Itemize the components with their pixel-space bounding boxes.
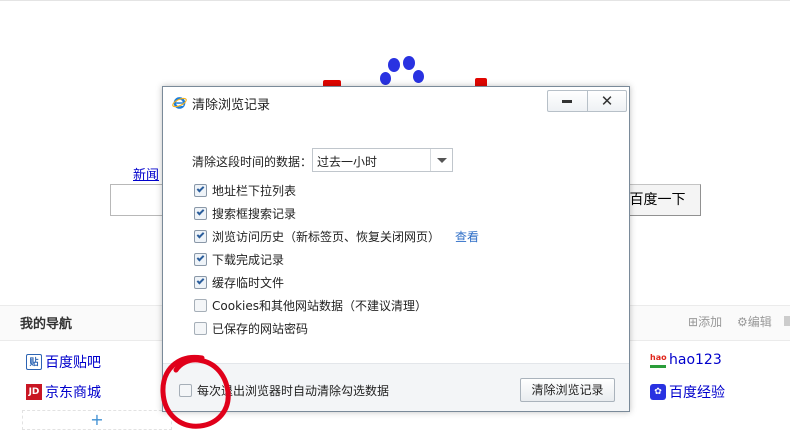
checkbox-auto-clear[interactable] (179, 384, 192, 397)
ie-browser-icon (172, 97, 187, 109)
option-cache[interactable]: 缓存临时文件 (194, 273, 284, 291)
checkbox-passwords[interactable] (194, 321, 207, 335)
option-label: 缓存临时文件 (212, 275, 285, 290)
site-label: 百度经验 (669, 385, 725, 401)
option-cookies[interactable]: Cookies和其他网站数据（不建议清理） (194, 296, 427, 314)
tieba-icon: 贴 (26, 354, 42, 370)
option-label: 地址栏下拉列表 (212, 183, 297, 198)
site-label: 百度贴吧 (45, 355, 101, 371)
checkmark-icon (196, 207, 205, 216)
time-range-select[interactable]: 过去一小时 (312, 148, 453, 172)
option-label: Cookies和其他网站数据（不建议清理） (212, 298, 427, 313)
dropdown-arrow-icon[interactable] (430, 149, 452, 171)
nav-overflow (784, 316, 790, 326)
time-range-label: 清除这段时间的数据： (192, 155, 313, 169)
dialog-title: 清除浏览记录 (192, 98, 271, 113)
option-passwords[interactable]: 已保存的网站密码 (194, 319, 308, 337)
auto-clear-label: 每次退出浏览器时自动清除勾选数据 (197, 384, 390, 398)
checkmark-icon (196, 230, 205, 239)
plus-icon: ⊞ (688, 315, 699, 329)
nav-edit-label: 编辑 (747, 315, 772, 329)
jd-icon: JD (26, 384, 42, 400)
minimize-button[interactable] (548, 91, 587, 111)
checkbox-downloads[interactable] (194, 252, 207, 266)
view-history-link[interactable]: 查看 (455, 228, 479, 245)
nav-edit-button[interactable]: ⚙编辑 (737, 313, 772, 330)
site-link-baidu-jingyan[interactable]: ✿ 百度经验 (650, 382, 725, 402)
site-link-hao123[interactable]: hao hao123 (650, 352, 722, 368)
paw-toe (380, 72, 391, 85)
close-icon: ✕ (600, 92, 614, 110)
add-site-button[interactable]: + (22, 410, 172, 430)
dialog-titlebar: 清除浏览记录 ✕ (163, 87, 629, 117)
time-range-value: 过去一小时 (317, 155, 378, 169)
nav-add-label: 添加 (698, 315, 723, 329)
checkmark-icon (196, 184, 205, 193)
hao123-icon: hao (650, 352, 667, 368)
clear-history-dialog: 清除浏览记录 ✕ 清除这段时间的数据： 过去一小时 地址栏下拉列表 搜索框搜索记… (162, 86, 630, 412)
option-address-bar[interactable]: 地址栏下拉列表 (194, 181, 296, 199)
option-label: 浏览访问历史（新标签页、恢复关闭网页） (212, 229, 441, 244)
checkmark-icon (196, 253, 205, 262)
option-label: 已保存的网站密码 (212, 321, 309, 336)
option-browse-history[interactable]: 浏览访问历史（新标签页、恢复关闭网页） 查看 (194, 227, 479, 245)
checkmark-icon (196, 276, 205, 285)
option-label: 下载完成记录 (212, 252, 285, 267)
top-border (0, 0, 790, 1)
gear-icon: ⚙ (737, 315, 748, 329)
paw-toe (413, 70, 424, 83)
checkbox-browse-history[interactable] (194, 229, 207, 243)
clear-history-button[interactable]: 清除浏览记录 (520, 378, 615, 402)
option-auto-clear[interactable]: 每次退出浏览器时自动清除勾选数据 (179, 382, 389, 399)
option-search-box[interactable]: 搜索框搜索记录 (194, 204, 296, 222)
window-controls: ✕ (547, 90, 627, 112)
site-label: 京东商城 (45, 385, 101, 401)
checkbox-cookies[interactable] (194, 298, 207, 312)
checkbox-cache[interactable] (194, 275, 207, 289)
baidu-paw-icon: ✿ (650, 384, 666, 400)
nav-add-button[interactable]: ⊞添加 (688, 313, 722, 330)
site-link-jd[interactable]: JD 京东商城 (26, 382, 101, 402)
site-link-tieba[interactable]: 贴 百度贴吧 (26, 352, 101, 372)
site-label: hao123 (669, 352, 722, 368)
option-downloads[interactable]: 下载完成记录 (194, 250, 284, 268)
paw-toe (388, 58, 400, 72)
checkbox-address-bar[interactable] (194, 183, 207, 197)
close-button[interactable]: ✕ (586, 91, 626, 111)
news-link[interactable]: 新闻 (133, 164, 159, 183)
option-label: 搜索框搜索记录 (212, 206, 297, 221)
minimize-icon (562, 99, 573, 103)
nav-title: 我的导航 (20, 317, 73, 332)
checkbox-search-box[interactable] (194, 206, 207, 220)
paw-toe (403, 56, 415, 70)
dialog-footer: 每次退出浏览器时自动清除勾选数据 清除浏览记录 (163, 363, 629, 411)
